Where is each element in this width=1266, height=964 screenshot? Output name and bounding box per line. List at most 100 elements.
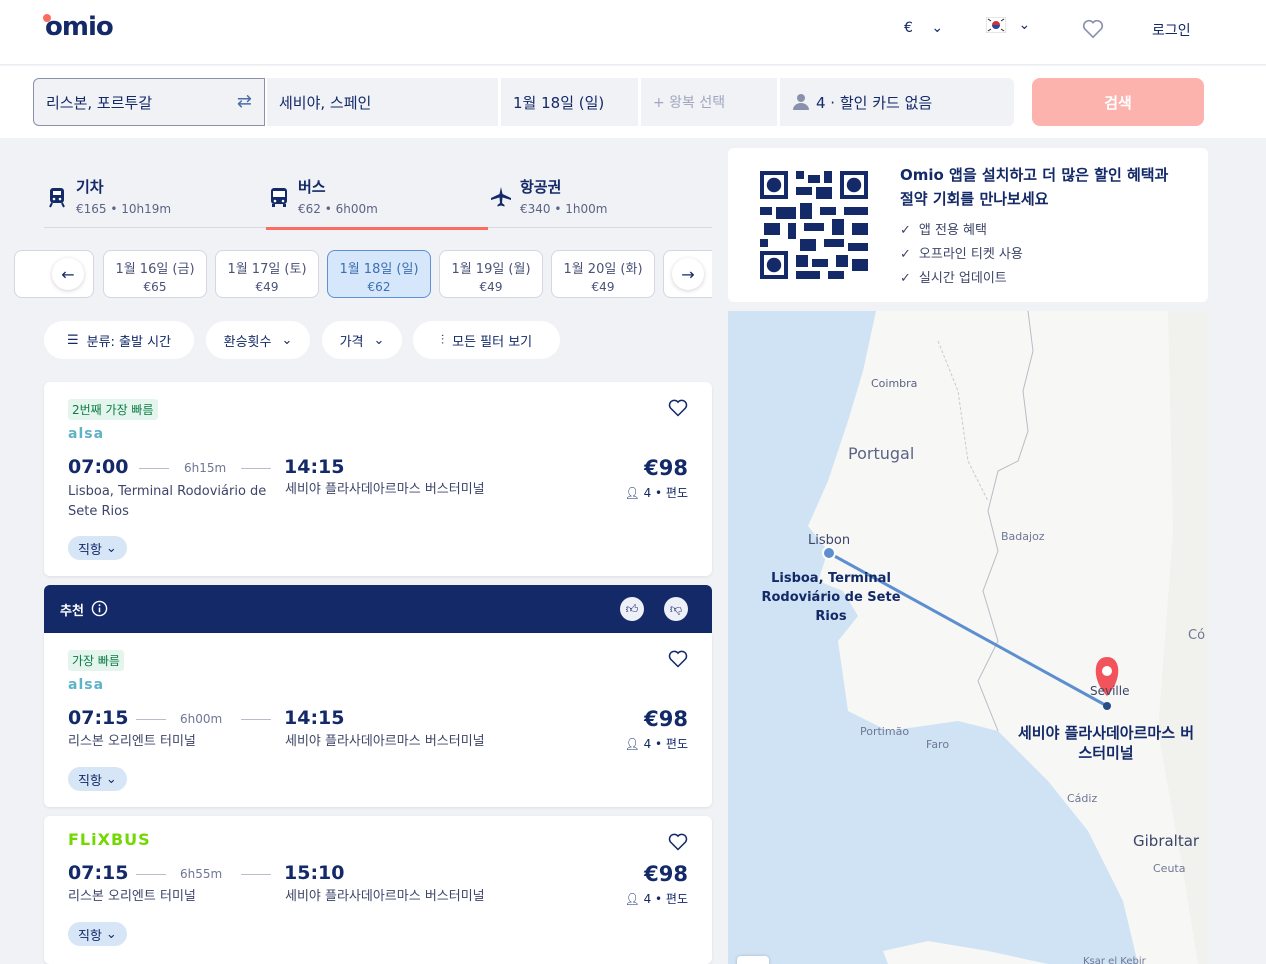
direct-tag[interactable]: 직항 ⌄ [68,767,127,791]
map-label: Cádiz [1067,792,1098,805]
person-icon: 👤︎ [624,486,644,500]
check-icon: ✓ [900,271,911,286]
arrow-right-icon: → [681,264,695,284]
map-label: Gibraltar [1133,832,1200,850]
train-icon [49,188,65,208]
passenger-info: 👤︎ 4 • 편도 [624,486,689,500]
chevron-down-icon: ⌄ [931,20,944,36]
person-icon: 👤︎ [624,892,644,906]
plane-icon [491,187,511,207]
price: €98 [644,456,688,480]
alsa-logo: alsa [68,677,105,693]
fastest-badge: 가장 빠름 [68,650,124,671]
login-link[interactable]: 로그인 [1152,20,1191,40]
departure-station: 리스본 오리엔트 터미널 [68,889,196,904]
duration: 6h55m [180,867,223,881]
divider-line [139,468,169,469]
check-icon: ✓ [900,247,911,262]
thumbs-down-icon[interactable]: 👎︎ [664,597,688,621]
tab-train[interactable]: 기차 €165 • 10h19m [44,168,266,228]
date-card[interactable]: 1월 20일 (화) €49 [551,250,655,298]
next-date-button[interactable]: → [672,258,704,290]
map-label: Portugal [848,444,915,463]
chevron-down-icon: ⌄ [281,332,293,348]
promo-item: ✓ 실시간 업데이트 [900,271,1007,286]
divider-line [241,468,271,469]
chevron-down-icon: ⌄ [373,332,385,348]
search-button[interactable]: 검색 [1032,78,1204,126]
departure-time: 07:15 [68,707,129,729]
direct-tag[interactable]: 직항 ⌄ [68,536,127,560]
passengers-field[interactable]: 4 · 할인 카드 없음 [780,78,1014,126]
promo-item: ✓ 앱 전용 혜택 [900,223,987,238]
all-filters-button[interactable]: ⫶ 모든 필터 보기 [413,321,560,359]
result-card[interactable]: FLiXBUS 07:15 6h55m 15:10 리스본 오리엔트 터미널 세… [44,816,712,964]
date-card[interactable]: 1월 16일 (금) €65 [103,250,207,298]
omio-logo[interactable]: omio [43,12,114,42]
departure-station: Lisboa, Terminal Rodoviário de Sete Rios [68,484,267,519]
qr-code-icon[interactable] [760,171,868,279]
departure-time: 07:00 [68,456,129,478]
result-card[interactable]: 2번째 가장 빠름 alsa 07:00 6h15m 14:15 Lisboa,… [44,382,712,576]
map-label: Ceuta [1153,862,1186,875]
divider-line [241,719,271,720]
map-label: Portimão [860,725,910,738]
currency-selector[interactable]: € ⌄ [904,20,943,36]
chevron-down-icon: ⌄ [105,926,117,942]
chevron-down-icon: ⌄ [105,540,117,556]
origin-field[interactable]: 리스본, 포르투갈 ⇄ [33,78,265,126]
price: €98 [644,862,688,886]
map-zoom-control[interactable] [737,956,769,964]
arrow-left-icon: ← [61,264,75,284]
origin-station-label: Lisboa, Terminal Rodoviário de Sete Rios [761,571,901,624]
map-label: Có [1188,628,1206,643]
swap-icon[interactable]: ⇄ [237,91,252,112]
map-label: Seville [1090,684,1130,698]
departure-time: 07:15 [68,862,129,884]
sliders-icon: ⫶ [440,332,445,348]
date-card[interactable]: 1월 19일 (월) €49 [439,250,543,298]
price-filter[interactable]: 가격 ⌄ [322,321,402,359]
arrival-time: 14:15 [284,456,345,478]
transport-tabs: 기차 €165 • 10h19m 버스 €62 • 6h00m 항공권 €340… [44,168,712,230]
app-promo: Omio 앱을 설치하고 더 많은 할인 혜택과 절약 기회를 만나보세요 ✓ 앱… [728,148,1208,302]
transfers-filter[interactable]: 환승횟수 ⌄ [206,321,310,359]
sort-icon: ☰ [66,332,79,348]
arrival-station: 세비야 플라사데아르마스 버스터미널 [285,734,485,749]
info-icon[interactable] [91,600,108,617]
check-icon: ✓ [900,223,911,238]
map-canvas[interactable] [728,311,1208,964]
date-card-selected[interactable]: 1월 18일 (일) €62 [327,250,431,298]
heart-icon[interactable] [668,832,688,852]
heart-icon[interactable] [1082,19,1104,39]
recommendation-bar: 추천 👍︎ 👎︎ [44,585,712,633]
thumbs-up-icon[interactable]: 👍︎ [620,597,644,621]
bus-icon [271,188,287,207]
duration: 6h15m [184,461,227,475]
destination-field[interactable]: 세비야, 스페인 [267,78,498,126]
flixbus-logo: FLiXBUS [68,830,151,849]
arrival-station: 세비야 플라사데아르마스 버스터미널 [285,482,485,497]
date-field[interactable]: 1월 18일 (일) [501,78,638,126]
passenger-info: 👤︎ 4 • 편도 [624,892,689,906]
korea-flag-icon [985,16,1007,34]
heart-icon[interactable] [668,398,688,418]
date-card[interactable]: 1월 17일 (토) €49 [215,250,319,298]
tab-flight[interactable]: 항공권 €340 • 1h00m [488,168,710,228]
arrival-station: 세비야 플라사데아르마스 버스터미널 [285,889,485,904]
heart-icon[interactable] [668,649,688,669]
prev-date-button[interactable]: ← [52,258,84,290]
direct-tag[interactable]: 직항 ⌄ [68,922,127,946]
sort-filter[interactable]: ☰ 분류: 출발 시간 [44,321,194,359]
route-map[interactable]: Coimbra Portugal Lisbon Badajoz Có Sevil… [728,311,1208,964]
language-selector[interactable]: ⌄ [985,16,1030,37]
map-label: Lisbon [808,533,851,548]
return-date-field[interactable]: + 왕복 선택 [641,78,777,126]
tab-bus[interactable]: 버스 €62 • 6h00m [266,168,488,230]
search-bar: 리스본, 포르투갈 ⇄ 세비야, 스페인 1월 18일 (일) + 왕복 선택 … [0,66,1266,138]
divider-line [241,874,271,875]
result-card[interactable]: 가장 빠름 alsa 07:15 6h00m 14:15 리스본 오리엔트 터미… [44,633,712,807]
price: €98 [644,707,688,731]
person-icon: 👤︎ [624,737,644,751]
arrival-time: 15:10 [284,862,345,884]
